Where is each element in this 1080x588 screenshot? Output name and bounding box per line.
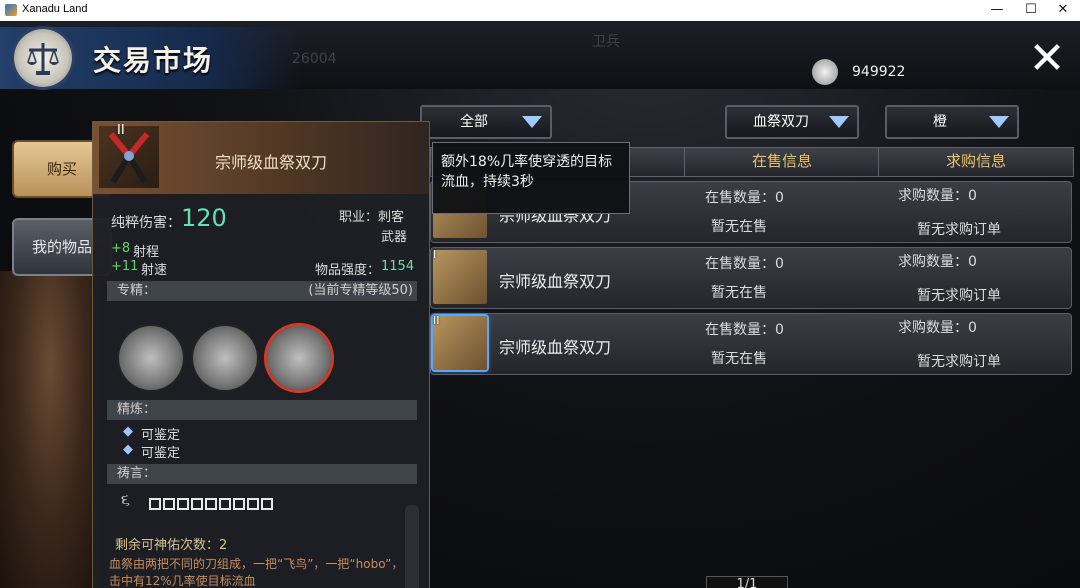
category-value: 全部: [460, 114, 488, 130]
stat1-bonus: +8: [111, 241, 131, 256]
tooltip-tier: II: [117, 123, 125, 138]
window-titlebar: Xanadu Land — ☐ ✕: [0, 0, 1080, 21]
buy-count: 求购数量：0: [898, 188, 977, 204]
item-tooltip: II 宗师级血祭双刀 纯粹伤害： 120 职业：刺客 武器 +8 射程 +11 …: [92, 121, 430, 588]
item-name: 宗师级血祭双刀: [499, 272, 612, 291]
prayer-slots: [149, 495, 275, 514]
blessings-remaining: 剩余可神佑次数：2: [115, 538, 228, 553]
tooltip-header: II 宗师级血祭双刀: [93, 122, 429, 194]
subtype-dropdown[interactable]: 血祭双刀: [725, 105, 859, 139]
prayer-rune-icon: ૬: [121, 490, 130, 509]
refine-item: 可鉴定: [141, 428, 181, 443]
sell-status: 暂无在售: [711, 285, 767, 301]
tier-badge: I: [433, 248, 437, 261]
page-indicator[interactable]: 1/1: [706, 576, 788, 588]
buy-count: 求购数量：0: [898, 254, 977, 270]
tooltip-item-name: 宗师级血祭双刀: [215, 153, 328, 172]
stat2-name: 射速: [141, 263, 168, 278]
dual-blade-icon: [433, 316, 487, 370]
strength-value: 1154: [381, 259, 415, 274]
spec-section: 专精： (当前专精等级50): [107, 281, 417, 301]
item-name: 宗师级血祭双刀: [499, 338, 612, 357]
game-area: 交易市场 26004 卫兵 949922 ✕ 全部 血祭双刀 橙 购买 我的物品…: [0, 21, 1080, 588]
skill-tooltip: 额外18%几率使穿透的目标流血，持续3秒: [432, 142, 630, 214]
item-description: 血祭由两把不同的刀组成，一把“飞鸟”，一把“hobo”，击中有12%几率使目标流…: [109, 557, 404, 588]
class-line2: 武器: [381, 230, 408, 245]
app-icon: [5, 4, 17, 16]
refine-section: 精炼：: [107, 400, 417, 420]
spec-skill-2-icon[interactable]: [193, 326, 257, 390]
buy-status: 暂无求购订单: [917, 288, 1001, 304]
coin-icon: [812, 59, 838, 85]
coin-balance: 949922: [800, 59, 940, 87]
chevron-down-icon: [989, 116, 1009, 128]
sell-count: 在售数量：0: [705, 322, 784, 338]
page-title: 交易市场: [93, 44, 214, 77]
background-label: 卫兵: [592, 34, 620, 50]
sell-status: 暂无在售: [711, 351, 767, 367]
chevron-down-icon: [829, 116, 849, 128]
sell-count: 在售数量：0: [705, 190, 784, 206]
refine-title: 精炼：: [117, 402, 157, 417]
dual-blade-icon: [99, 126, 159, 188]
maximize-button[interactable]: ☐: [1014, 0, 1048, 21]
spec-skill-1-icon[interactable]: [119, 326, 183, 390]
minimize-button[interactable]: —: [980, 0, 1014, 21]
tooltip-scrollbar[interactable]: [405, 505, 419, 588]
scales-emblem-icon: [14, 29, 72, 87]
spec-skill-3-icon[interactable]: [267, 326, 331, 390]
background-number: 26004: [292, 51, 337, 67]
buy-status: 暂无求购订单: [917, 354, 1001, 370]
refine-item: 可鉴定: [141, 446, 181, 461]
merchant-portrait: [0, 271, 100, 588]
class-line1: 职业：刺客: [339, 210, 405, 225]
diamond-icon: ◆: [123, 424, 133, 439]
spec-level: (当前专精等级50): [308, 283, 413, 298]
buy-status: 暂无求购订单: [917, 222, 1001, 238]
prayer-section: 祷言：: [107, 464, 417, 484]
market-header: 交易市场 26004 卫兵 949922 ✕: [0, 21, 1080, 89]
sell-count: 在售数量：0: [705, 256, 784, 272]
coin-amount: 949922: [852, 64, 906, 80]
close-market-button[interactable]: ✕: [1024, 37, 1070, 85]
close-window-button[interactable]: ✕: [1046, 0, 1080, 21]
category-dropdown[interactable]: 全部: [420, 105, 552, 139]
header-buy-info: 求购信息: [878, 147, 1074, 177]
stat2-bonus: +11: [111, 259, 139, 274]
damage-label: 纯粹伤害：: [111, 215, 181, 231]
sell-status: 暂无在售: [711, 219, 767, 235]
chevron-down-icon: [522, 116, 542, 128]
stat1-name: 射程: [133, 245, 160, 260]
window-title: Xanadu Land: [22, 3, 88, 15]
quality-dropdown[interactable]: 橙: [885, 105, 1019, 139]
diamond-icon: ◆: [123, 442, 133, 457]
spec-title: 专精：: [117, 283, 157, 298]
quality-value: 橙: [933, 114, 947, 130]
table-row[interactable]: I 宗师级血祭双刀 在售数量：0 暂无在售 求购数量：0 暂无求购订单: [430, 247, 1072, 309]
strength-label: 物品强度：: [315, 263, 381, 278]
prayer-title: 祷言：: [117, 466, 157, 481]
table-row[interactable]: II 宗师级血祭双刀 在售数量：0 暂无在售 求购数量：0 暂无求购订单: [430, 313, 1072, 375]
damage-value: 120: [181, 204, 227, 232]
dual-blade-icon: [433, 250, 487, 304]
buy-count: 求购数量：0: [898, 320, 977, 336]
subtype-value: 血祭双刀: [753, 114, 809, 130]
header-sell-info: 在售信息: [684, 147, 880, 177]
tier-badge: II: [433, 314, 440, 327]
